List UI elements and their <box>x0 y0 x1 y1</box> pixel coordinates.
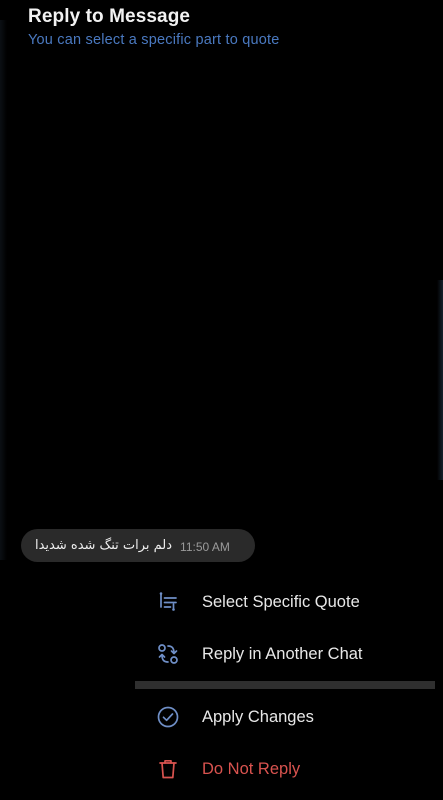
do-not-reply-button[interactable]: Do Not Reply <box>135 743 435 795</box>
menu-divider <box>135 681 435 689</box>
quote-select-icon <box>155 589 181 615</box>
reply-in-another-chat-label: Reply in Another Chat <box>202 645 363 663</box>
trash-icon <box>155 756 181 782</box>
do-not-reply-label: Do Not Reply <box>202 760 301 778</box>
apply-changes-label: Apply Changes <box>202 708 314 726</box>
page-subtitle: You can select a specific part to quote <box>28 32 280 48</box>
left-edge-shadow <box>0 20 7 560</box>
select-specific-quote-button[interactable]: Select Specific Quote <box>135 576 435 628</box>
reply-options-menu: Select Specific Quote Reply in Another C… <box>135 576 435 795</box>
swap-arrows-icon <box>155 641 181 667</box>
page-title: Reply to Message <box>28 6 191 27</box>
header: Reply to Message You can select a specif… <box>28 4 428 50</box>
select-specific-quote-label: Select Specific Quote <box>202 593 360 611</box>
check-circle-icon <box>155 704 181 730</box>
reply-in-another-chat-button[interactable]: Reply in Another Chat <box>135 628 435 680</box>
message-time: 11:50 AM <box>180 540 230 554</box>
message-text: دلم برات تنگ شده شدیدا <box>35 538 173 553</box>
right-edge-shadow <box>437 280 443 480</box>
apply-changes-button[interactable]: Apply Changes <box>135 691 435 743</box>
message-bubble[interactable]: دلم برات تنگ شده شدیدا 11:50 AM <box>21 529 255 562</box>
